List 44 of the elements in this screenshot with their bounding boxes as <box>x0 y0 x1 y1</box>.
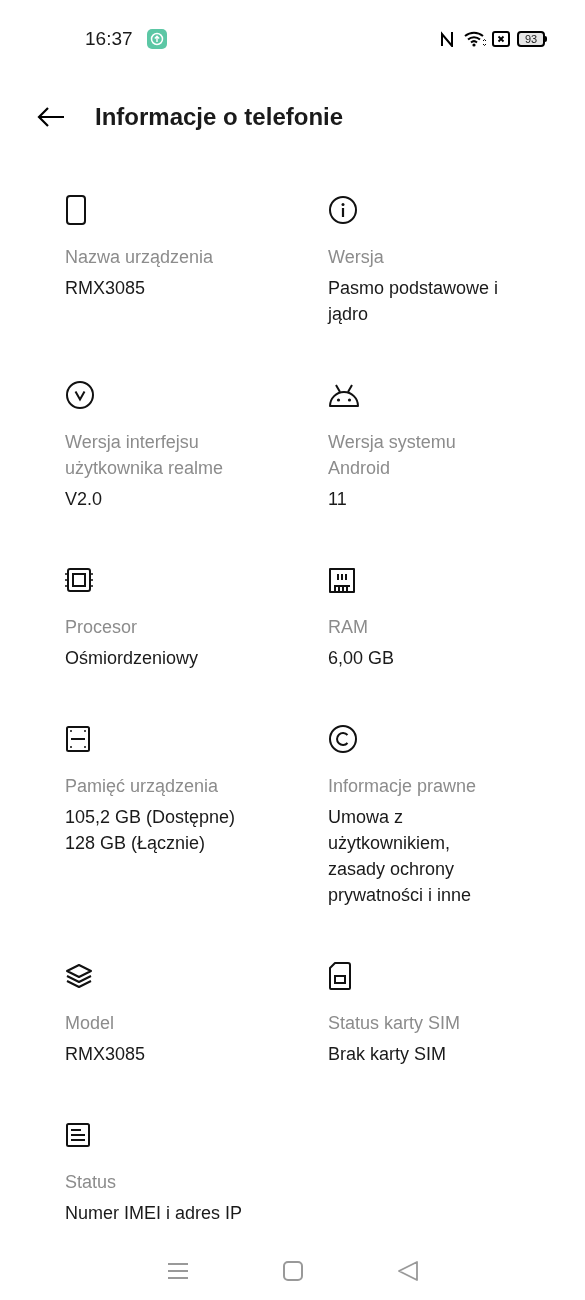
info-value: Pasmo podstawowe i jądro <box>328 277 500 326</box>
info-value: Umowa z użytkownikiem, zasady ochrony prywatności i inne <box>328 806 473 907</box>
info-label: Wersja interfejsu użytkownika realme <box>65 431 225 480</box>
phone-icon <box>65 195 87 225</box>
nfc-icon <box>440 31 454 47</box>
info-value: V2.0 <box>65 488 104 511</box>
android-icon <box>328 382 360 408</box>
info-label: Nazwa urządzenia <box>65 246 215 269</box>
battery-indicator: 93 <box>517 31 547 47</box>
back-triangle-icon[interactable] <box>397 1261 418 1281</box>
info-value: 105,2 GB (Dostępne) 128 GB (Łącznie) <box>65 806 237 855</box>
document-icon <box>65 1122 91 1148</box>
status-time: 16:37 <box>85 26 133 51</box>
info-label: RAM <box>328 616 369 639</box>
info-value: RMX3085 <box>65 1043 147 1066</box>
info-label: Status <box>65 1171 118 1194</box>
chip-icon <box>65 566 93 594</box>
info-label: Model <box>65 1012 116 1035</box>
update-notification-icon <box>146 29 167 49</box>
info-label: Informacje prawne <box>328 775 478 798</box>
info-label: Procesor <box>65 616 139 639</box>
copyright-icon <box>328 724 358 754</box>
layers-icon <box>65 963 93 989</box>
info-value: RMX3085 <box>65 277 147 300</box>
info-value: Brak karty SIM <box>328 1043 448 1066</box>
back-arrow-icon[interactable] <box>37 107 65 127</box>
info-value: Ośmiordzeniowy <box>65 647 200 670</box>
v-circle-icon <box>65 380 95 410</box>
info-label: Wersja <box>328 246 385 269</box>
info-value: Numer IMEI i adres IP <box>65 1202 244 1225</box>
storage-icon <box>65 725 91 753</box>
info-value: 6,00 GB <box>328 647 396 670</box>
page-title: Informacje o telefonie <box>95 102 344 132</box>
info-label: Status karty SIM <box>328 1012 462 1035</box>
sim-card-icon <box>328 962 352 990</box>
memory-icon <box>328 567 356 593</box>
info-label: Pamięć urządzenia <box>65 775 220 798</box>
home-button-icon[interactable] <box>283 1261 304 1281</box>
info-value: 11 <box>328 488 348 511</box>
info-label: Wersja systemu Android <box>328 431 457 480</box>
info-icon <box>328 195 358 225</box>
no-sim-icon <box>492 31 510 47</box>
menu-icon[interactable] <box>167 1262 190 1280</box>
wifi-icon <box>464 31 486 47</box>
